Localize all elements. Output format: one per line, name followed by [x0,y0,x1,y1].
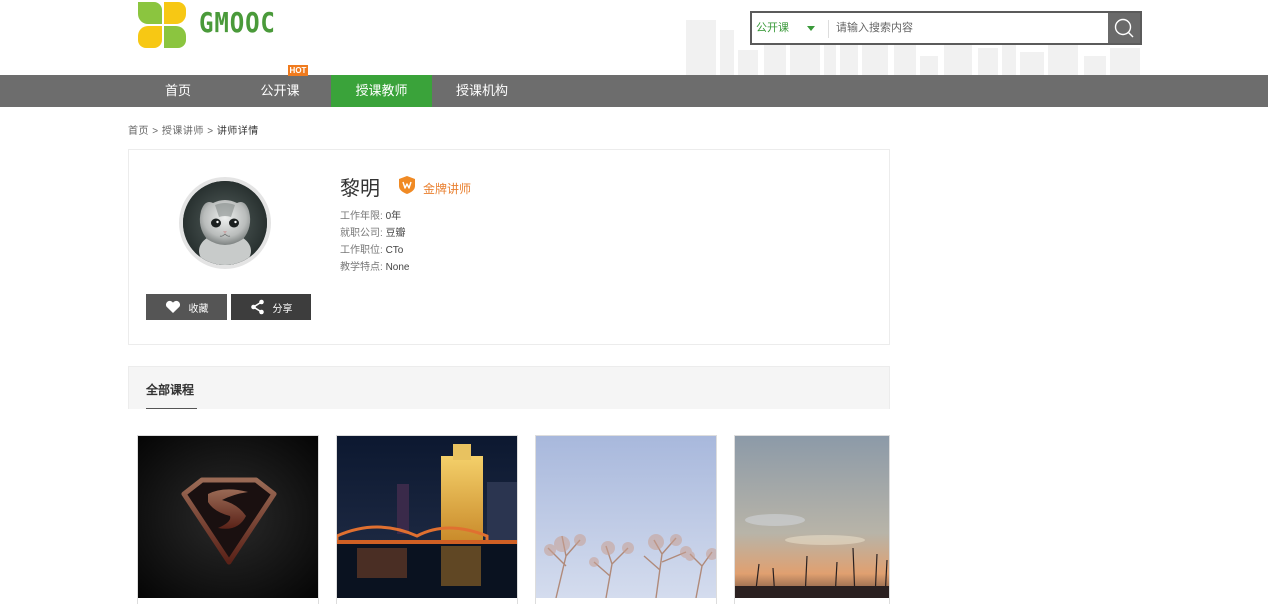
course-thumbnail [138,436,318,598]
course-thumbnail [735,436,889,598]
course-card[interactable] [336,435,518,604]
avatar [183,181,267,265]
search-input[interactable] [836,17,1106,39]
breadcrumb-current: 讲师详情 [216,126,259,137]
favorite-button[interactable]: 收藏 [146,294,227,320]
favorite-label: 收藏 [188,303,209,315]
search-type-select[interactable]: 公开课 [756,13,826,43]
info-value: CTo [385,245,404,256]
course-thumbnail [337,436,517,598]
share-label: 分享 [272,303,293,315]
course-thumbnail [536,436,716,598]
share-button[interactable]: 分享 [231,294,311,320]
nav-item-home[interactable]: 首页 [138,75,218,107]
teacher-name: 黎明 [340,178,380,200]
info-label: 教学特点: [340,262,383,273]
breadcrumb-home[interactable]: 首页 [128,126,149,137]
course-card[interactable] [535,435,717,604]
hot-badge: HOT [288,65,308,76]
info-label: 工作年限: [340,211,383,222]
nav-item-open-courses[interactable]: 公开课 [240,75,320,107]
search-button[interactable] [1108,13,1140,43]
info-row-position: 工作职位: CTo [340,241,403,256]
avatar-ring [179,177,271,269]
nav-item-teachers[interactable]: 授课教师 [331,75,432,107]
tab-all-courses[interactable]: 全部课程 [146,381,194,398]
info-row-years: 工作年限: 0年 [340,207,401,222]
breadcrumb: 首页 > 授课讲师 > 讲师详情 [128,122,259,137]
course-list [128,409,890,604]
cat-avatar-image [183,181,267,265]
info-label: 就职公司: [340,228,383,239]
heart-icon [165,300,180,313]
info-value: None [385,262,410,273]
course-card[interactable] [137,435,319,604]
info-row-teaching-style: 教学特点: None [340,258,409,273]
course-card[interactable] [734,435,890,604]
teacher-rank-badge: 金牌讲师 [423,182,472,196]
info-label: 工作职位: [340,245,383,256]
courses-header: 全部课程 [128,366,890,410]
search-icon [1114,18,1134,38]
breadcrumb-separator: > [152,126,159,137]
site-logo[interactable]: GMOOC [136,0,296,50]
nav-item-organizations[interactable]: 授课机构 [442,75,522,107]
info-value: 0年 [385,211,402,222]
share-icon [250,299,264,315]
logo-text: GMOOC [199,6,276,39]
main-nav: 首页 公开课 授课教师 授课机构 [0,75,1268,107]
breadcrumb-separator: > [207,126,214,137]
info-value: 豆瓣 [385,228,406,239]
search-bar: 公开课 [750,11,1142,45]
chevron-down-icon[interactable] [807,26,815,31]
breadcrumb-teachers[interactable]: 授课讲师 [162,126,204,137]
teacher-profile-card: 收藏 分享 黎明 金牌讲师 工作年限: 0年 就职公司: 豆瓣 工作职位: CT… [128,149,890,345]
header: GMOOC 公开课 [0,0,1268,75]
search-divider [828,20,829,38]
info-row-company: 就职公司: 豆瓣 [340,224,406,239]
medal-icon [399,176,415,194]
clover-logo-icon [138,2,186,48]
